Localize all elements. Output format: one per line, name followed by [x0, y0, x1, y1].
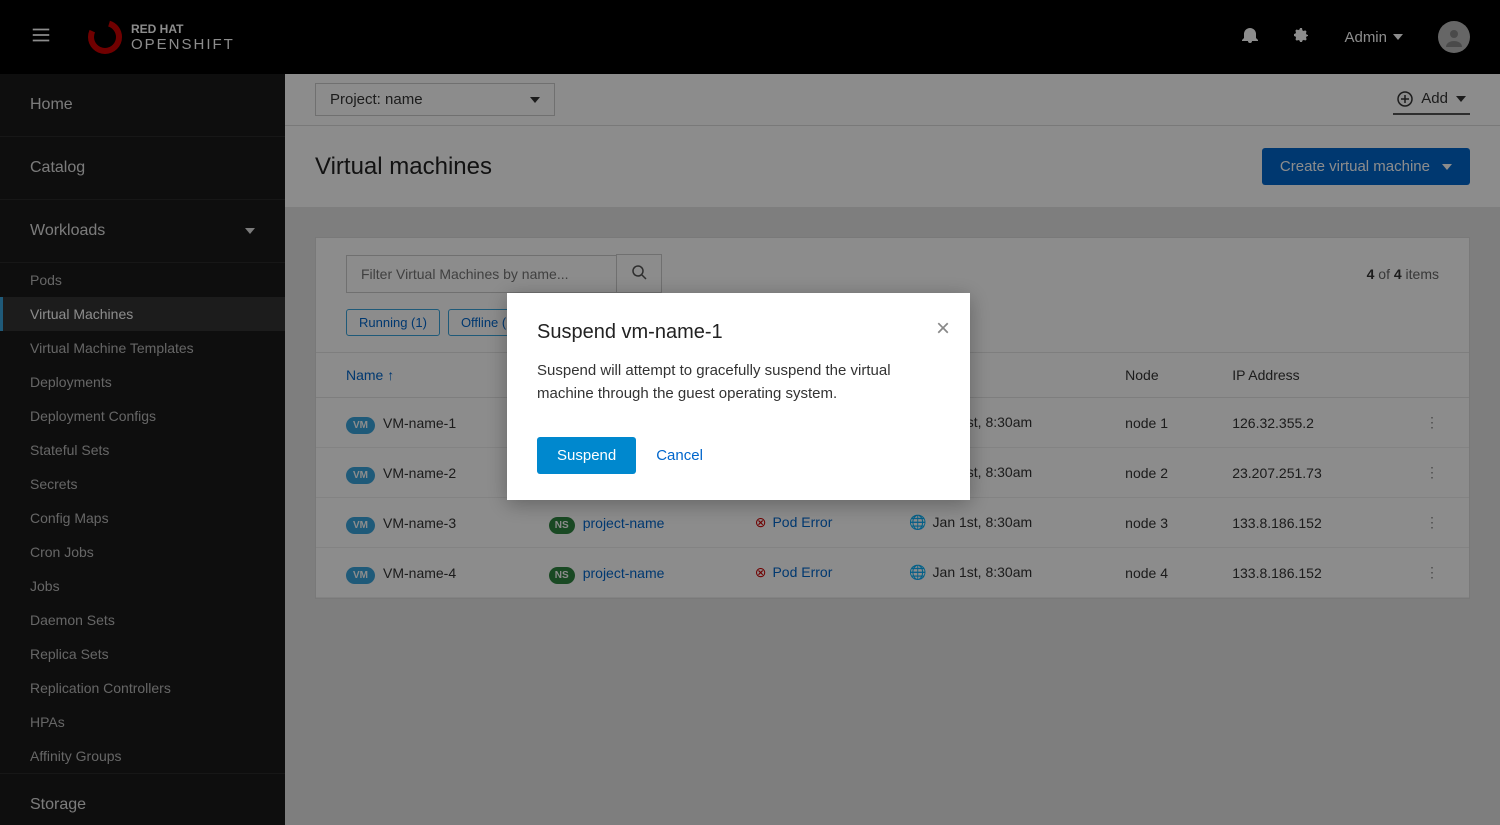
suspend-button[interactable]: Suspend — [537, 437, 636, 474]
modal-body: Suspend vm-name-1 Suspend will attempt t… — [507, 293, 970, 417]
modal-title: Suspend vm-name-1 — [537, 321, 940, 344]
modal-footer: Suspend Cancel — [507, 417, 970, 500]
modal-close-button[interactable]: × — [936, 315, 950, 343]
cancel-button[interactable]: Cancel — [656, 447, 703, 464]
suspend-modal: × Suspend vm-name-1 Suspend will attempt… — [507, 293, 970, 500]
modal-text: Suspend will attempt to gracefully suspe… — [537, 360, 940, 405]
